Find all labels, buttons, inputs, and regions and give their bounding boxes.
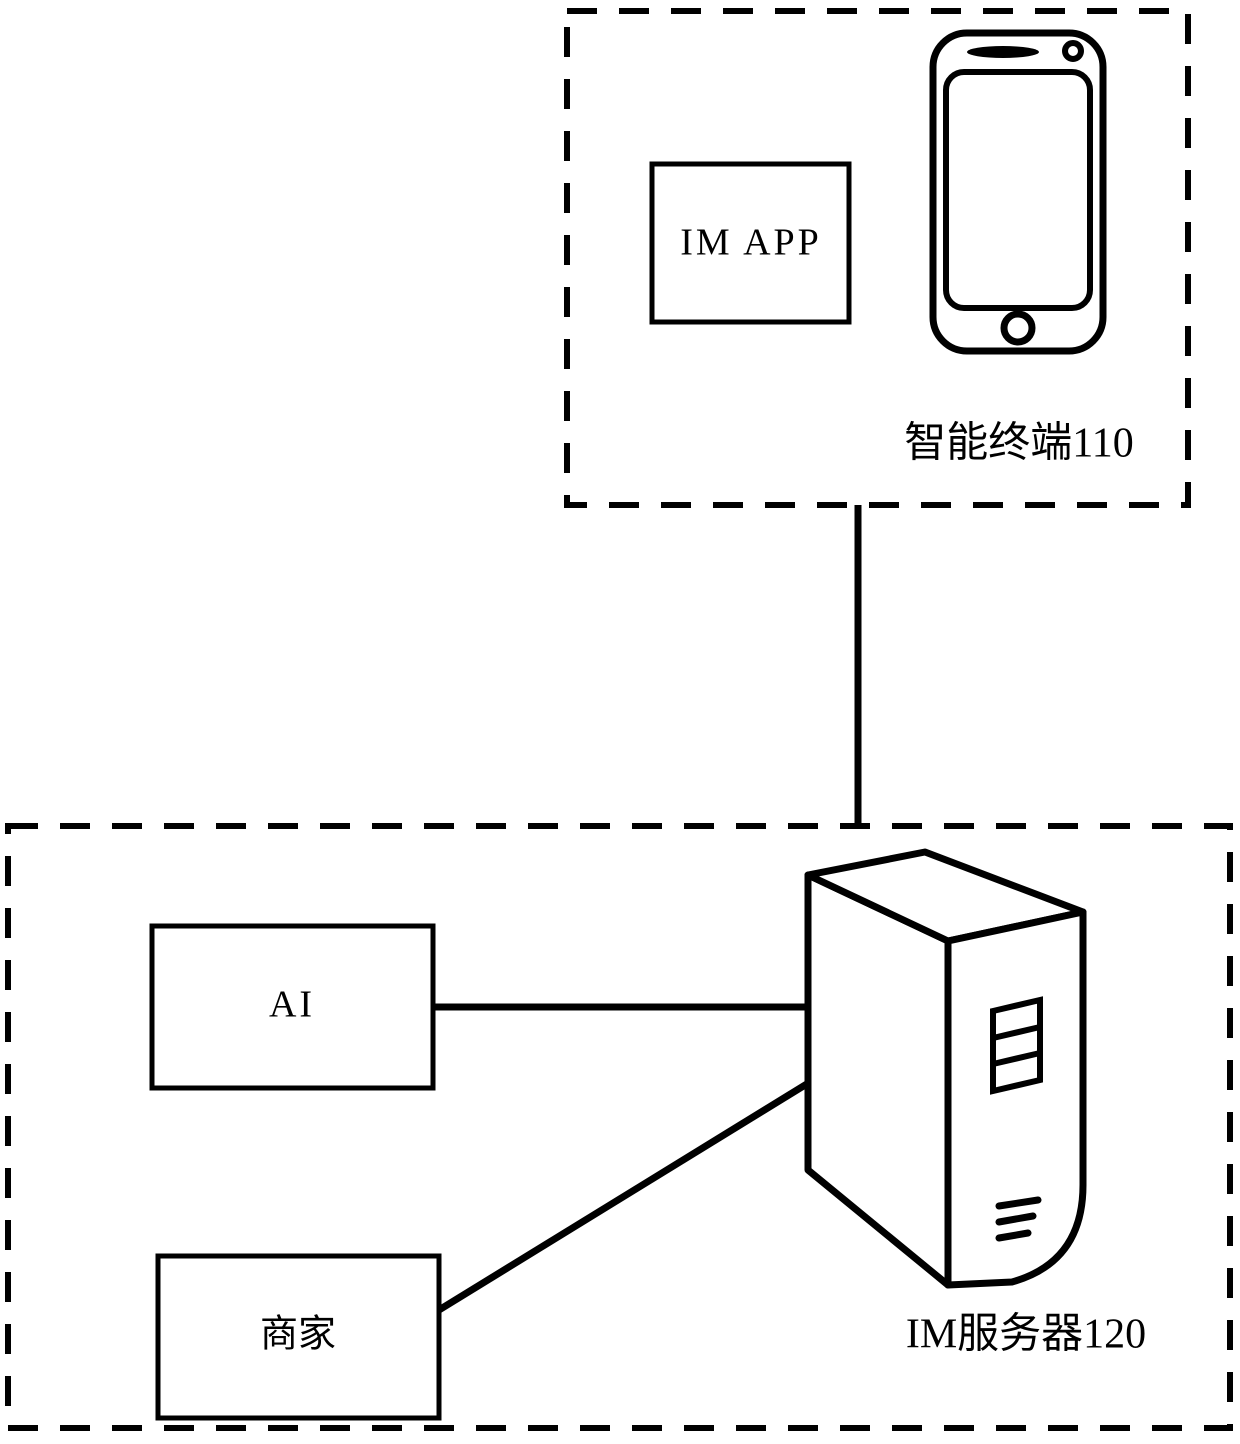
server-wave-line-3 xyxy=(995,1229,1032,1242)
system-architecture-diagram: IM APP 智能终端110 AI 商家 IM服务器120 xyxy=(5,8,1233,1431)
server-front-panel xyxy=(944,908,1087,1289)
terminal-region-label: 智能终端110 xyxy=(904,421,1133,467)
merchant-server-connector xyxy=(437,1079,812,1313)
figure-canvas: IM APP 智能终端110 AI 商家 IM服务器120 xyxy=(0,0,1240,1444)
server-side-panel xyxy=(804,871,952,1289)
ai-box-label: AI xyxy=(269,984,315,1026)
smartphone-home-button xyxy=(1000,310,1036,346)
im-app-box-group[interactable]: IM APP xyxy=(649,161,852,325)
ai-box-group[interactable]: AI xyxy=(149,923,436,1091)
server-region-group: AI 商家 IM服务器120 xyxy=(5,823,1233,1431)
merchant-box-group[interactable]: 商家 xyxy=(155,1253,442,1421)
server-tower-icon xyxy=(804,848,1087,1289)
smartphone-earpiece xyxy=(967,46,1039,58)
smartphone-screen xyxy=(943,69,1093,311)
terminal-region-group: IM APP 智能终端110 xyxy=(564,8,1191,508)
smartphone-camera xyxy=(1062,40,1084,62)
server-region-label: IM服务器120 xyxy=(906,1312,1146,1358)
smartphone-icon xyxy=(929,29,1107,355)
im-app-box-label: IM APP xyxy=(680,222,822,264)
merchant-box-label: 商家 xyxy=(260,1314,336,1356)
